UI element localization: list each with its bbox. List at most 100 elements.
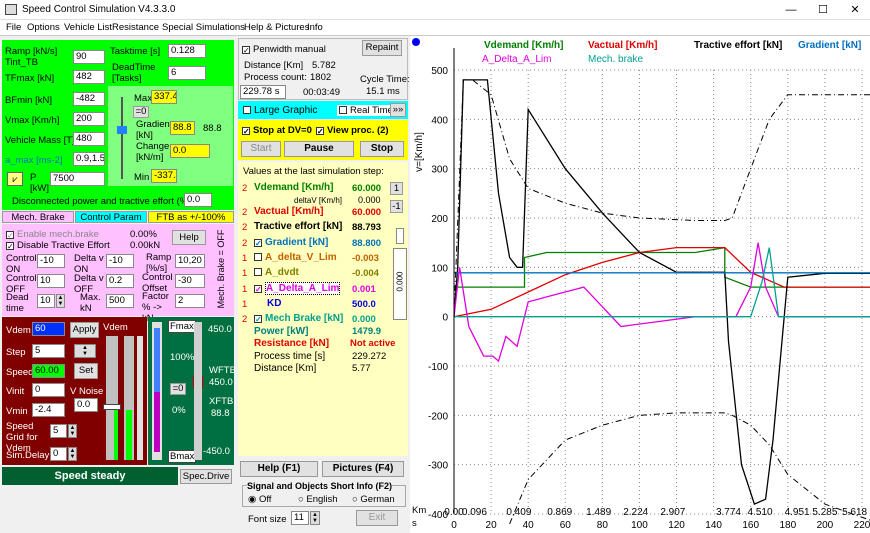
change-input[interactable]: 0.0: [170, 144, 210, 158]
dead-time-input[interactable]: 10: [37, 294, 55, 308]
menu-file[interactable]: File: [6, 22, 21, 33]
real-time-checkbox[interactable]: [339, 106, 347, 114]
adv-row[interactable]: A_delta_V_Lim: [254, 252, 337, 263]
delta-v-on-input[interactable]: -10: [106, 254, 134, 268]
tab-mech-brake[interactable]: Mech. Brake: [2, 211, 74, 223]
vdem-slider-thumb[interactable]: [103, 404, 121, 410]
menu-vehicle-list[interactable]: Vehicle List: [64, 22, 112, 33]
sim-delay-input[interactable]: 0: [50, 447, 67, 461]
te-index[interactable]: 2: [242, 222, 247, 233]
one-button[interactable]: 1: [390, 182, 403, 195]
adal-index[interactable]: 1: [242, 284, 247, 295]
speed-grid-spinner[interactable]: ▲ ▼: [68, 424, 77, 438]
tab-ftb[interactable]: FTB as +/-100%: [148, 211, 234, 223]
minus-one-button[interactable]: -1: [390, 200, 403, 213]
maximize-button[interactable]: ☐: [808, 0, 838, 20]
close-button[interactable]: ✕: [840, 0, 870, 20]
grad-row[interactable]: ✓ Gradient [kN]: [254, 237, 328, 248]
bars-zero-button[interactable]: =0: [170, 383, 186, 395]
vnoise-input[interactable]: 0.0: [74, 398, 98, 412]
radio-off[interactable]: ◉ Off: [248, 494, 271, 505]
mass-input[interactable]: 480: [73, 132, 105, 146]
pictures-f4-button[interactable]: Pictures (F4): [322, 461, 404, 477]
p-input[interactable]: 7500: [50, 172, 105, 186]
vmax-input[interactable]: 200: [73, 112, 105, 126]
view-proc-checkbox[interactable]: ✓: [316, 127, 324, 136]
control-off-input[interactable]: 10: [37, 274, 65, 288]
delta-v-off-input[interactable]: 0.2: [106, 274, 134, 288]
grad-index[interactable]: 2: [242, 238, 247, 249]
radio-off-dot[interactable]: ◉: [248, 494, 259, 505]
gradient-slider-thumb[interactable]: [117, 126, 127, 134]
vdem-input[interactable]: 60: [32, 322, 65, 336]
mb-checkbox[interactable]: ✓: [254, 315, 262, 324]
adal-row[interactable]: ✓ A_Delta_A_Lim: [254, 282, 341, 295]
dead-time-spinner[interactable]: ▲ ▼: [56, 294, 65, 308]
vmin-input[interactable]: -2.4: [32, 403, 65, 417]
mech-help-button[interactable]: Help: [172, 230, 206, 245]
tfmax-input[interactable]: 482: [73, 70, 105, 84]
factor-input[interactable]: 2: [175, 294, 205, 308]
menu-special[interactable]: Special Simulations: [162, 22, 245, 33]
kd-index[interactable]: 1: [242, 299, 247, 310]
disable-tractive[interactable]: ✓ Disable Tractive Effort: [6, 240, 110, 251]
exit-button[interactable]: Exit: [356, 510, 398, 526]
real-time[interactable]: Real Time: [337, 105, 395, 116]
adv-checkbox[interactable]: [254, 253, 262, 261]
gradient-slider-track[interactable]: [121, 97, 123, 179]
advdt-row[interactable]: A_dvdt: [254, 267, 299, 278]
mb-row[interactable]: ✓ Mech Brake [kN]: [254, 313, 343, 324]
max-kn-input[interactable]: 500: [106, 294, 134, 308]
bfmin-input[interactable]: -482: [73, 92, 105, 106]
stop-dv-checkbox[interactable]: ✓: [242, 127, 250, 136]
menu-options[interactable]: Options: [27, 22, 60, 33]
radio-german[interactable]: ○ German: [352, 494, 395, 505]
sim-delay-spinner[interactable]: ▲ ▼: [68, 447, 77, 461]
ramp-ps-input[interactable]: 10,20: [175, 254, 205, 268]
help-f1-button[interactable]: Help (F1): [240, 461, 318, 477]
minimize-button[interactable]: —: [776, 0, 806, 20]
stop-at-dv[interactable]: ✓ Stop at DV=0: [242, 125, 312, 136]
repaint-button[interactable]: Repaint: [362, 40, 402, 56]
speed-grid-input[interactable]: 5: [50, 424, 67, 438]
step-input[interactable]: 5: [32, 344, 65, 358]
pause-button[interactable]: Pause: [284, 141, 354, 157]
amax-input[interactable]: 0.9,1.5: [73, 152, 105, 166]
tasktime-input[interactable]: 0.128: [168, 44, 206, 58]
large-graphic[interactable]: Large Graphic: [243, 105, 317, 116]
control-offset-input[interactable]: -30: [175, 274, 205, 288]
large-graphic-checkbox[interactable]: [243, 106, 251, 114]
control-on-input[interactable]: -10: [37, 254, 65, 268]
vdemand-index[interactable]: 2: [242, 183, 247, 194]
mb-index[interactable]: 2: [242, 314, 247, 325]
fast-forward-button[interactable]: »»: [390, 103, 406, 117]
vactual-index[interactable]: 2: [242, 207, 247, 218]
disable-checkbox[interactable]: ✓: [6, 242, 14, 251]
adal-checkbox[interactable]: ✓: [254, 285, 262, 294]
set-button[interactable]: Set: [74, 363, 98, 379]
apply-button[interactable]: Apply: [70, 322, 99, 338]
menu-info[interactable]: Info: [307, 22, 323, 33]
disconnected-input[interactable]: 0.0: [184, 193, 212, 207]
view-proc[interactable]: ✓ View proc. (2): [316, 125, 389, 136]
vinit-input[interactable]: 0: [32, 383, 65, 397]
spec-drive-button[interactable]: Spec.Drive: [180, 469, 232, 484]
enable-checkbox[interactable]: ✓: [6, 231, 14, 240]
values-scroll[interactable]: [396, 228, 404, 244]
menu-resistance[interactable]: Resistance: [112, 22, 159, 33]
menu-help[interactable]: Help & Pictures: [244, 22, 309, 33]
adv-index[interactable]: 1: [242, 253, 247, 264]
grad-checkbox[interactable]: ✓: [254, 239, 262, 248]
chart-icon-button[interactable]: ⩗: [7, 172, 23, 186]
font-size-input[interactable]: 11: [291, 511, 309, 525]
start-button[interactable]: Start: [241, 141, 281, 157]
penwidth-manual[interactable]: ✓ Penwidth manual: [242, 44, 326, 55]
step-spinner[interactable]: ▲ ▼: [74, 344, 96, 358]
advdt-index[interactable]: 1: [242, 268, 247, 279]
grad-zero-button[interactable]: =0: [133, 106, 149, 118]
penwidth-checkbox[interactable]: ✓: [242, 46, 250, 55]
deadtime-input[interactable]: 6: [168, 66, 206, 80]
stop-button[interactable]: Stop: [360, 141, 404, 157]
tab-control-param[interactable]: Control Param: [75, 211, 147, 223]
radio-english[interactable]: ○ English: [298, 494, 338, 505]
